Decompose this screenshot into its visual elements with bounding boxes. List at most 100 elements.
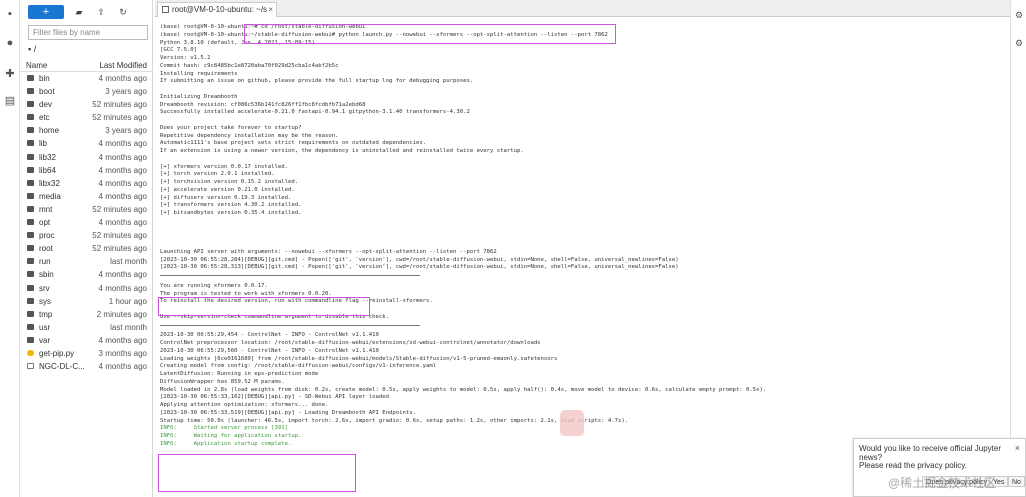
breadcrumb-root[interactable]: / <box>34 44 37 54</box>
file-name: libx32 <box>39 178 60 188</box>
terminal-rule <box>160 324 1005 333</box>
file-row[interactable]: tmp 2 minutes ago <box>20 308 153 321</box>
new-folder-icon[interactable]: ▰ <box>73 6 85 18</box>
terminal-line: The program is tested to work with xform… <box>160 290 332 297</box>
tab-bar: root@VM-0-10-ubuntu: ~/s × <box>155 0 1010 17</box>
file-browser-toolbar: + ▰ ⇧ ↻ <box>28 4 153 20</box>
tree-icon[interactable]: ▤ <box>4 95 16 107</box>
file-modified: 4 months ago <box>98 191 147 201</box>
terminal-rule <box>160 275 1005 283</box>
terminal-line: DiffusionWrapper has 859.52 M params. <box>160 378 285 385</box>
folder-icon: ▪ <box>28 44 32 54</box>
upload-icon[interactable]: ⇧ <box>95 6 107 18</box>
terminal-line: [2023-10-30 06:55:28,313][DEBUG][git.cmd… <box>160 264 679 271</box>
file-row[interactable]: root 52 minutes ago <box>20 242 153 255</box>
file-row[interactable]: mnt 52 minutes ago <box>20 203 153 216</box>
file-name: usr <box>39 322 51 332</box>
file-name: tmp <box>39 309 53 319</box>
file-row[interactable]: lib64 4 months ago <box>20 164 153 177</box>
file-modified: 4 months ago <box>98 335 147 345</box>
terminal-line: Use --skip-version-check commandline arg… <box>160 313 390 320</box>
file-list: bin 4 months ago boot 3 years ago dev 52 minu… <box>20 72 153 373</box>
terminal-line: To reinstall the desired version, run wi… <box>160 298 433 305</box>
file-row[interactable]: srv 4 months ago <box>20 282 153 295</box>
terminal-line: Loading weights [6ce0161689] from /root/… <box>160 355 558 362</box>
main-area: root@VM-0-10-ubuntu: ~/s × (base) root@V… <box>155 0 1010 497</box>
file-modified: 4 months ago <box>98 139 147 149</box>
folder-icon <box>27 192 34 199</box>
file-modified: 4 months ago <box>98 283 147 293</box>
file-name: mnt <box>39 204 53 214</box>
folder-icon <box>27 114 34 121</box>
file-row[interactable]: NGC-DL-C... 4 months ago <box>20 360 153 373</box>
folder-icon <box>27 336 34 343</box>
file-row[interactable]: lib 4 months ago <box>20 137 153 150</box>
file-row[interactable]: run last month <box>20 255 153 268</box>
folder-icon <box>27 323 34 330</box>
terminal-line: [+] transformers version 4.30.2 installe… <box>160 202 302 209</box>
column-last-modified[interactable]: Last Modified <box>99 61 147 70</box>
extension-icon[interactable]: ✚ <box>4 68 16 80</box>
file-row[interactable]: boot 3 years ago <box>20 85 153 98</box>
refresh-icon[interactable]: ↻ <box>117 6 129 18</box>
file-row[interactable]: opt 4 months ago <box>20 216 153 229</box>
terminal-line: (base) root@VM-0-10-ubuntu:~# cd /root/s… <box>160 24 366 30</box>
file-row[interactable]: var 4 months ago <box>20 334 153 347</box>
close-notification-icon[interactable]: × <box>1015 443 1020 453</box>
file-row[interactable]: usr last month <box>20 321 153 334</box>
file-row[interactable]: media 4 months ago <box>20 190 153 203</box>
terminal-line: [+] diffusers version 0.19.3 installed. <box>160 194 292 201</box>
folder-icon <box>27 140 34 147</box>
file-name: opt <box>39 218 51 228</box>
file-row[interactable]: sys 1 hour ago <box>20 295 153 308</box>
folder-icon <box>27 166 34 173</box>
new-launcher-button[interactable]: + <box>28 5 64 19</box>
file-row[interactable]: proc 52 minutes ago <box>20 229 153 242</box>
folder-icon <box>27 284 34 291</box>
file-icon <box>27 363 34 370</box>
file-row[interactable]: get-pip.py 3 months ago <box>20 347 153 360</box>
file-name: lib <box>39 139 48 149</box>
no-button[interactable]: No <box>1008 476 1025 487</box>
terminal-line: If an extension is using a newer version… <box>160 148 524 154</box>
file-name: etc <box>39 113 50 123</box>
folder-icon <box>27 101 34 108</box>
tab-terminal[interactable]: root@VM-0-10-ubuntu: ~/s × <box>157 2 277 17</box>
property-inspector-icon[interactable]: ⚙ <box>1014 10 1024 20</box>
file-row[interactable]: sbin 4 months ago <box>20 268 153 281</box>
terminal-line: Model loaded in 2.8s (load weights from … <box>160 386 767 393</box>
folder-icon <box>27 271 34 278</box>
file-modified: 52 minutes ago <box>92 204 147 214</box>
close-tab-icon[interactable]: × <box>268 3 273 16</box>
folder-icon <box>27 75 34 81</box>
debugger-icon[interactable]: ⚙ <box>1014 38 1024 48</box>
terminal-line: [+] xformers version 0.0.17 installed. <box>160 163 288 170</box>
breadcrumb[interactable]: ▪ / <box>28 44 36 54</box>
column-name[interactable]: Name <box>26 61 47 70</box>
file-row[interactable]: lib32 4 months ago <box>20 151 153 164</box>
folder-icon <box>27 258 34 265</box>
terminal-line: Version: v1.5.2 <box>160 55 211 61</box>
terminal-line: If submitting an issue on github, please… <box>160 78 474 85</box>
file-modified: 4 months ago <box>98 152 147 162</box>
file-modified: 4 months ago <box>98 218 147 228</box>
terminal-line: Repetitive dependency installation may b… <box>160 132 339 139</box>
file-name: sbin <box>39 270 54 280</box>
terminal-line: [+] torch version 2.0.1 installed. <box>160 171 275 178</box>
file-modified: 1 hour ago <box>108 296 147 306</box>
file-row[interactable]: home 3 years ago <box>20 124 153 137</box>
folder-icon[interactable]: ▪ <box>4 8 16 20</box>
file-name: bin <box>39 74 50 83</box>
file-row[interactable]: etc 52 minutes ago <box>20 111 153 124</box>
file-modified: 3 years ago <box>105 126 147 136</box>
activity-bar: ▪ ● ✚ ▤ <box>0 0 20 497</box>
file-row[interactable]: libx32 4 months ago <box>20 177 153 190</box>
file-row[interactable]: bin 4 months ago <box>20 72 153 85</box>
filter-files-input[interactable]: Filter files by name <box>28 25 148 40</box>
terminal-line: (base) root@VM-0-10-ubuntu:~/stable-diff… <box>160 31 608 38</box>
file-row[interactable]: dev 52 minutes ago <box>20 98 153 111</box>
file-modified: 4 months ago <box>98 74 147 83</box>
running-icon[interactable]: ● <box>4 37 16 49</box>
